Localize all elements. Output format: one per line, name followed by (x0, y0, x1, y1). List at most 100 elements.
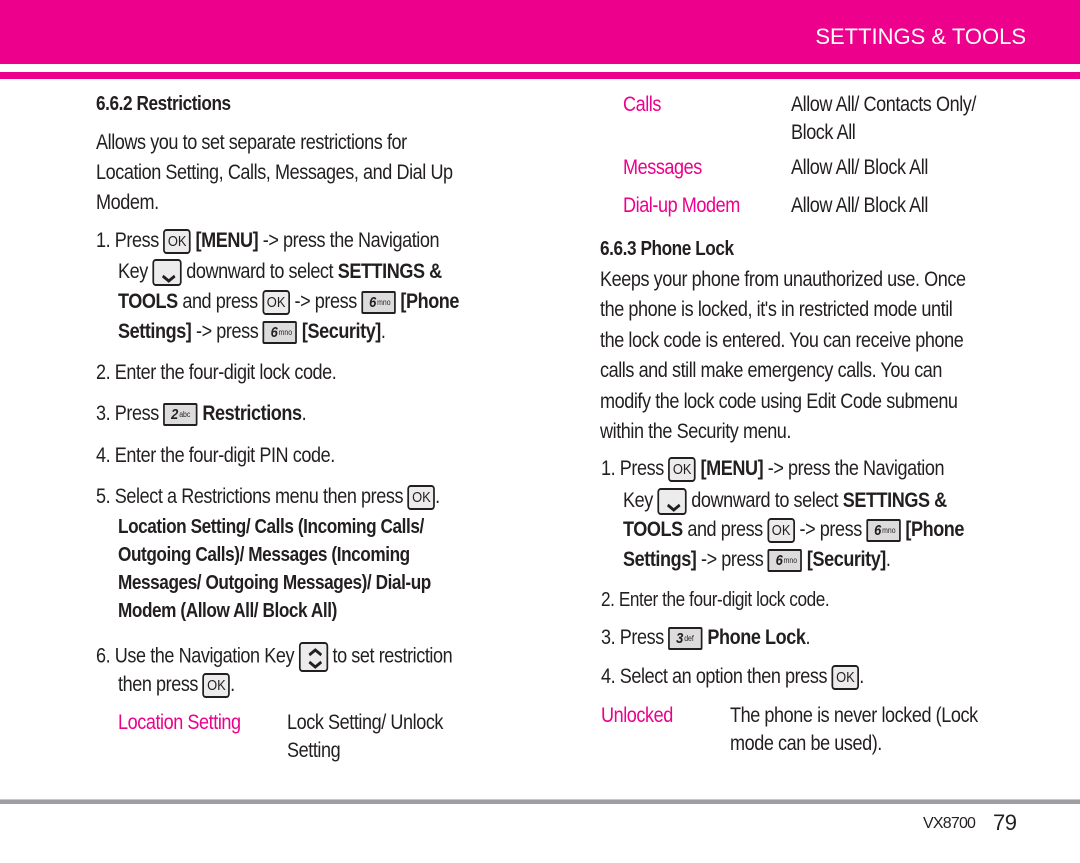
step-3: 3. Press 2abc Restrictions. (96, 402, 307, 426)
step-number: 4. (601, 665, 616, 689)
ok-key-icon: OK (262, 290, 290, 315)
option-value: Setting (287, 739, 341, 762)
key-6-icon: 6mno (361, 291, 396, 314)
option-label: Dial-up Modem (623, 194, 740, 217)
step-number: 2. (601, 589, 615, 611)
punctuation: . (230, 673, 235, 697)
punctuation: . (380, 320, 386, 343)
ok-key-icon: OK (202, 673, 231, 698)
restriction-options-line: Modem (Allow All/ Block All) (118, 600, 337, 622)
step-text: Press (114, 402, 159, 425)
section-title: SETTINGS & TOOLS (815, 24, 1026, 49)
punctuation: . (885, 548, 891, 571)
step-number: 1. (601, 457, 616, 481)
phone-settings-label: Settings] (118, 320, 192, 343)
security-label: [Security] (301, 320, 381, 343)
key-letters: def (684, 633, 694, 643)
step-text: and press (182, 290, 258, 314)
nav-up-down-key-icon (298, 642, 328, 672)
step-text: -> press (799, 518, 862, 542)
intro-line: Modem. (96, 191, 159, 214)
step-number: 3. (96, 402, 111, 425)
intro-line: Allows you to set separate restrictions … (96, 131, 407, 154)
step-text: Select an option then press (619, 665, 828, 689)
restriction-options-line: Outgoing Calls)/ Messages (Incoming (118, 544, 410, 566)
step-number: 5. (96, 485, 111, 509)
restrictions-label: Restrictions (202, 402, 302, 425)
step-text: downward to select (691, 489, 839, 513)
key-digit: 6 (874, 522, 882, 539)
punctuation: . (859, 665, 864, 689)
step-text: and press (687, 518, 763, 542)
key-2-icon: 2abc (163, 402, 198, 426)
key-digit: 6 (270, 323, 278, 341)
phone-lock-label: Phone Lock (707, 626, 806, 649)
restrictions-heading: 6.6.2 Restrictions (96, 93, 231, 115)
menu-label: [MENU] (195, 229, 259, 253)
step-text: Use the Navigation Key (114, 644, 295, 668)
step-4: 4. Enter the four-digit PIN code. (96, 444, 335, 468)
option-value: mode can be used). (730, 732, 882, 755)
option-value: Block All (791, 121, 856, 144)
intro-line: Keeps your phone from unauthorized use. … (600, 268, 966, 291)
key-6-icon: 6mno (767, 548, 803, 572)
option-label: Location Setting (118, 711, 241, 734)
punctuation: . (435, 485, 440, 509)
step-number: 4. (96, 444, 111, 467)
phone-settings-label: [Phone (400, 290, 460, 314)
step-3: 3. Press 3def Phone Lock. (601, 626, 811, 650)
key-letters: mno (783, 555, 798, 565)
step-text: Press (114, 229, 159, 253)
phone-lock-heading: 6.6.3 Phone Lock (600, 238, 734, 260)
settings-tools-label: SETTINGS & (842, 489, 948, 513)
step-number: 1. (96, 229, 111, 253)
step-number: 6. (96, 644, 111, 668)
step-4: 4. Select an option then press OK. (601, 665, 864, 690)
step-text: Enter the four-digit PIN code. (114, 444, 335, 467)
key-letters: mno (377, 298, 391, 307)
key-letters: abc (179, 409, 191, 419)
settings-tools-label: TOOLS (118, 290, 178, 314)
key-6-icon: 6mno (866, 519, 901, 542)
key-digit: 6 (775, 551, 783, 569)
option-value: Allow All/ Block All (791, 156, 928, 179)
ok-key-icon: OK (163, 229, 191, 254)
nav-down-key-icon (657, 488, 687, 515)
step-text: Key (623, 489, 653, 513)
step-text: -> press the Navigation (767, 457, 945, 481)
punctuation: . (805, 626, 811, 649)
ok-key-icon: OK (668, 457, 696, 482)
option-value: Lock Setting/ Unlock (287, 711, 444, 734)
settings-tools-label: SETTINGS & (337, 260, 443, 284)
phone-settings-label: [Phone (905, 518, 965, 542)
phone-settings-label: Settings] (623, 548, 697, 571)
intro-line: calls and still make emergency calls. Yo… (600, 359, 943, 382)
intro-line: the lock code is entered. You can receiv… (600, 329, 964, 352)
key-digit: 3 (676, 629, 684, 647)
step-6: 6. Use the Navigation Key to set restric… (96, 642, 453, 672)
option-label: Calls (623, 93, 662, 116)
ok-key-icon: OK (831, 665, 860, 690)
nav-down-key-icon (152, 259, 182, 286)
option-label: Messages (623, 156, 702, 179)
step-text: downward to select (186, 260, 334, 284)
key-3-icon: 3def (668, 626, 703, 650)
step-text: Press (619, 457, 664, 481)
menu-label: [MENU] (700, 457, 764, 481)
step-text: Press (619, 626, 664, 649)
restriction-options-line: Messages/ Outgoing Messages)/ Dial-up (118, 572, 431, 594)
step-text: -> press (700, 548, 764, 571)
intro-line: Location Setting, Calls, Messages, and D… (96, 161, 453, 184)
key-digit: 6 (369, 294, 377, 311)
step-5: 5. Select a Restrictions menu then press… (96, 485, 440, 510)
step-2: 2. Enter the four-digit lock code. (96, 361, 337, 385)
step-2: 2. Enter the four-digit lock code. (601, 589, 830, 612)
option-value: Allow All/ Contacts Only/ (791, 93, 976, 116)
step-text: -> press (294, 290, 357, 314)
step-number: 2. (96, 361, 111, 384)
key-letters: mno (882, 526, 896, 535)
footer-rule (0, 799, 1080, 804)
step-text: Key (118, 260, 148, 284)
security-label: [Security] (806, 548, 886, 571)
page-number: 79 (993, 810, 1017, 835)
